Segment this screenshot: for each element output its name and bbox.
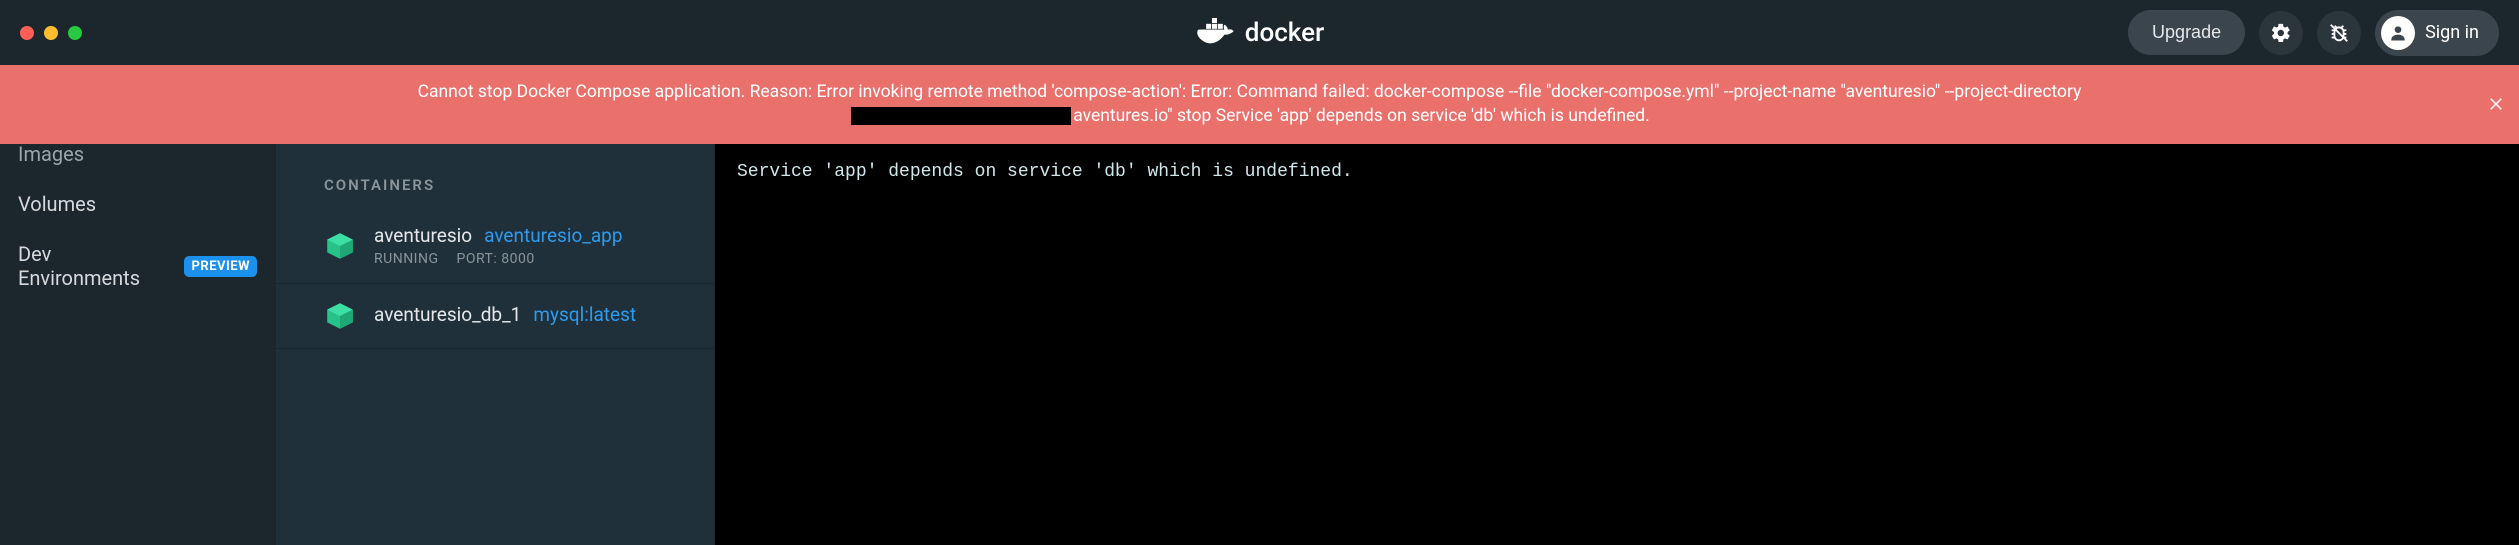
- preview-badge: PREVIEW: [184, 256, 257, 277]
- sidebar-item-volumes[interactable]: Volumes: [18, 188, 257, 220]
- containers-section-title: CONTAINERS: [276, 162, 714, 208]
- main: Images Volumes Dev Environments PREVIEW …: [0, 144, 2519, 545]
- container-image[interactable]: aventuresio_app: [484, 224, 622, 247]
- window-controls: [20, 26, 82, 40]
- container-text: aventuresio_db_1 mysql:latest: [374, 303, 636, 330]
- header-actions: Upgrade Sign in: [2128, 10, 2499, 56]
- sidebar-item-dev-environments[interactable]: Dev Environments PREVIEW: [18, 238, 257, 294]
- bug-button[interactable]: [2317, 11, 2361, 55]
- minimize-window-icon[interactable]: [44, 26, 58, 40]
- containers-panel: CONTAINERS aventuresio aventuresio_app R…: [275, 144, 715, 545]
- maximize-window-icon[interactable]: [68, 26, 82, 40]
- log-pane[interactable]: Service 'app' depends on service 'db' wh…: [715, 144, 2519, 545]
- error-banner: Cannot stop Docker Compose application. …: [0, 65, 2519, 144]
- container-running-icon: [324, 300, 356, 332]
- container-name: aventuresio_db_1: [374, 303, 521, 326]
- sidebar-item-label: Images: [18, 142, 84, 166]
- user-icon: [2381, 16, 2415, 50]
- sidebar: Images Volumes Dev Environments PREVIEW: [0, 144, 275, 545]
- app-logo: docker: [1195, 18, 1324, 48]
- error-text-part2: aventures.io" stop Service 'app' depends…: [1073, 106, 1650, 126]
- container-running-icon: [324, 230, 356, 262]
- close-icon: [2487, 95, 2505, 113]
- sidebar-item-label: Dev Environments: [18, 242, 174, 290]
- close-error-button[interactable]: [2487, 92, 2505, 118]
- container-row[interactable]: aventuresio_db_1 mysql:latest: [276, 284, 714, 349]
- signin-label: Sign in: [2425, 22, 2479, 43]
- docker-whale-icon: [1195, 18, 1235, 48]
- container-text: aventuresio aventuresio_app RUNNING PORT…: [374, 224, 623, 267]
- container-status: RUNNING: [374, 251, 439, 267]
- settings-button[interactable]: [2259, 11, 2303, 55]
- signin-button[interactable]: Sign in: [2375, 10, 2499, 56]
- bug-icon: [2328, 22, 2350, 44]
- log-line: Service 'app' depends on service 'db' wh…: [737, 162, 2497, 182]
- container-port: PORT: 8000: [457, 251, 535, 267]
- upgrade-button[interactable]: Upgrade: [2128, 10, 2245, 55]
- container-image[interactable]: mysql:latest: [533, 303, 636, 326]
- brand-text: docker: [1245, 18, 1324, 48]
- error-text-part1: Cannot stop Docker Compose application. …: [418, 82, 2082, 102]
- close-window-icon[interactable]: [20, 26, 34, 40]
- titlebar: docker Upgrade Sign in: [0, 0, 2519, 65]
- gear-icon: [2270, 22, 2292, 44]
- redacted-block: [851, 107, 1071, 125]
- container-row[interactable]: aventuresio aventuresio_app RUNNING PORT…: [276, 208, 714, 284]
- container-name: aventuresio: [374, 224, 472, 247]
- sidebar-item-label: Volumes: [18, 192, 96, 216]
